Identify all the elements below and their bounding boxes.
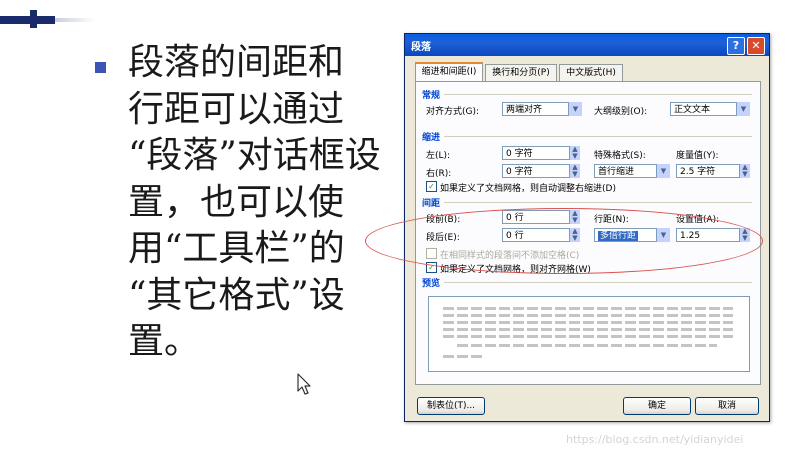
preview-line [443,335,733,338]
slide-line-5: 用“工具栏”的 [128,228,345,269]
indent-left-label: 左(L): [426,151,451,161]
section-spacing-heading: 间距 [422,199,441,209]
indent-left-value: 0 字符 [506,149,533,159]
help-button[interactable]: ? [727,37,745,55]
slide-line-3: “段落”对话框设 [128,135,381,176]
header-bar-tick [30,10,37,28]
mouse-pointer-icon [297,373,311,395]
slide-body: 段落的间距和 行距可以通过 “段落”对话框设 置，也可以使 用“工具栏”的 “其… [95,40,381,366]
slide-line-1: 段落的间距和 [128,42,345,83]
tabs-button[interactable]: 制表位(T)... [417,397,485,415]
tab-indents-spacing[interactable]: 缩进和间距(I) [415,62,483,83]
preview-line [443,328,733,331]
indent-right-label: 右(R): [426,169,452,179]
spinner-arrows-icon[interactable]: ▲ ▼ [569,146,580,160]
auto-adjust-right-indent-label: 如果定义了文档网格，则自动调整右缩进(D) [440,184,616,194]
section-general-heading: 常规 [422,91,441,101]
special-indent-label: 特殊格式(S): [594,151,646,161]
section-divider [444,94,752,95]
cancel-button[interactable]: 取消 [695,397,759,415]
section-preview-heading: 预览 [422,279,441,289]
section-divider [444,136,752,137]
indent-right-value: 0 字符 [506,167,533,177]
spinner-arrows-icon[interactable]: ▲ ▼ [569,164,580,178]
slide-line-4: 置，也可以使 [128,181,345,223]
dialog-titlebar[interactable]: 段落 ? ✕ [405,34,769,56]
alignment-value: 两端对齐 [506,105,543,115]
bullet-icon [95,62,106,73]
close-button[interactable]: ✕ [747,37,765,55]
section-divider [444,282,752,283]
ok-button[interactable]: 确定 [623,397,691,415]
dialog-title: 段落 [411,42,431,53]
header-bar-accent [0,16,55,24]
chevron-down-icon[interactable]: ▼ [568,102,582,116]
paragraph-preview [428,296,750,372]
annotation-ellipse [365,208,763,274]
preview-line [457,344,717,347]
auto-adjust-right-indent-checkbox[interactable]: ✓ [426,181,437,192]
spinner-arrows-icon[interactable]: ▲ ▼ [739,164,750,178]
watermark-url: https://blog.csdn.net/yidianyidei [566,433,744,446]
tab-asian-typography[interactable]: 中文版式(H) [559,64,623,81]
section-divider [444,202,752,203]
special-indent-value: 首行缩进 [598,167,635,177]
preview-line [443,355,483,358]
preview-line [443,321,733,324]
outline-level-value: 正文文本 [674,105,711,115]
slide-line-6: “其它格式”设 [128,274,345,316]
chevron-down-icon[interactable]: ▼ [736,102,750,116]
alignment-label: 对齐方式(G): [426,107,480,117]
slide-line-7: 置。 [128,321,201,362]
section-indent-heading: 缩进 [422,133,441,143]
header-bar-fade [55,18,95,22]
preview-line [443,314,733,317]
outline-level-label: 大纲级别(O): [594,107,648,117]
preview-line [443,307,733,310]
indent-measure-label: 度量值(Y): [676,151,719,161]
indent-measure-value: 2.5 字符 [680,167,716,177]
tab-line-page-breaks[interactable]: 换行和分页(P) [485,64,557,81]
chevron-down-icon[interactable]: ▼ [656,164,670,178]
slide-header-bar [0,10,95,28]
slide-line-2: 行距可以通过 [128,88,345,130]
